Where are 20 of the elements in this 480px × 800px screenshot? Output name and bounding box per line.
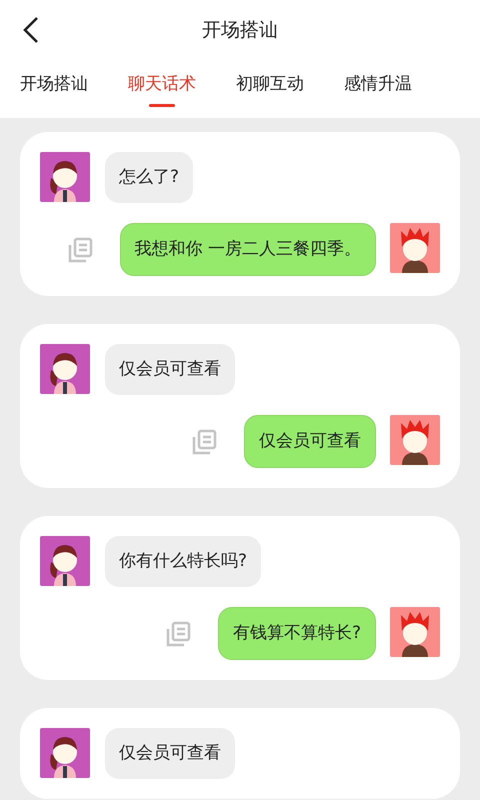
avatar bbox=[40, 152, 90, 202]
message-bubble: 仅会员可查看 bbox=[105, 728, 235, 779]
message-bubble: 仅会员可查看 bbox=[244, 415, 376, 468]
tab[interactable]: 初聊互动 bbox=[236, 60, 304, 118]
avatar bbox=[390, 607, 440, 657]
avatar bbox=[390, 415, 440, 465]
copy-icon[interactable] bbox=[190, 428, 218, 456]
avatar bbox=[390, 223, 440, 273]
avatar bbox=[40, 344, 90, 394]
tab[interactable]: 聊天话术 bbox=[128, 60, 196, 118]
tab[interactable]: 感情升温 bbox=[344, 60, 412, 118]
page-title: 开场搭讪 bbox=[202, 18, 278, 43]
message-bubble: 我想和你 一房二人三餐四季。 bbox=[120, 223, 376, 276]
avatar bbox=[40, 728, 90, 778]
tab[interactable]: 开场搭讪 bbox=[20, 60, 88, 118]
message-bubble: 有钱算不算特长? bbox=[218, 607, 376, 660]
avatar bbox=[40, 536, 90, 586]
message-bubble: 怎么了? bbox=[105, 152, 194, 203]
message-bubble: 仅会员可查看 bbox=[105, 344, 235, 395]
message-bubble: 你有什么特长吗? bbox=[105, 536, 262, 587]
